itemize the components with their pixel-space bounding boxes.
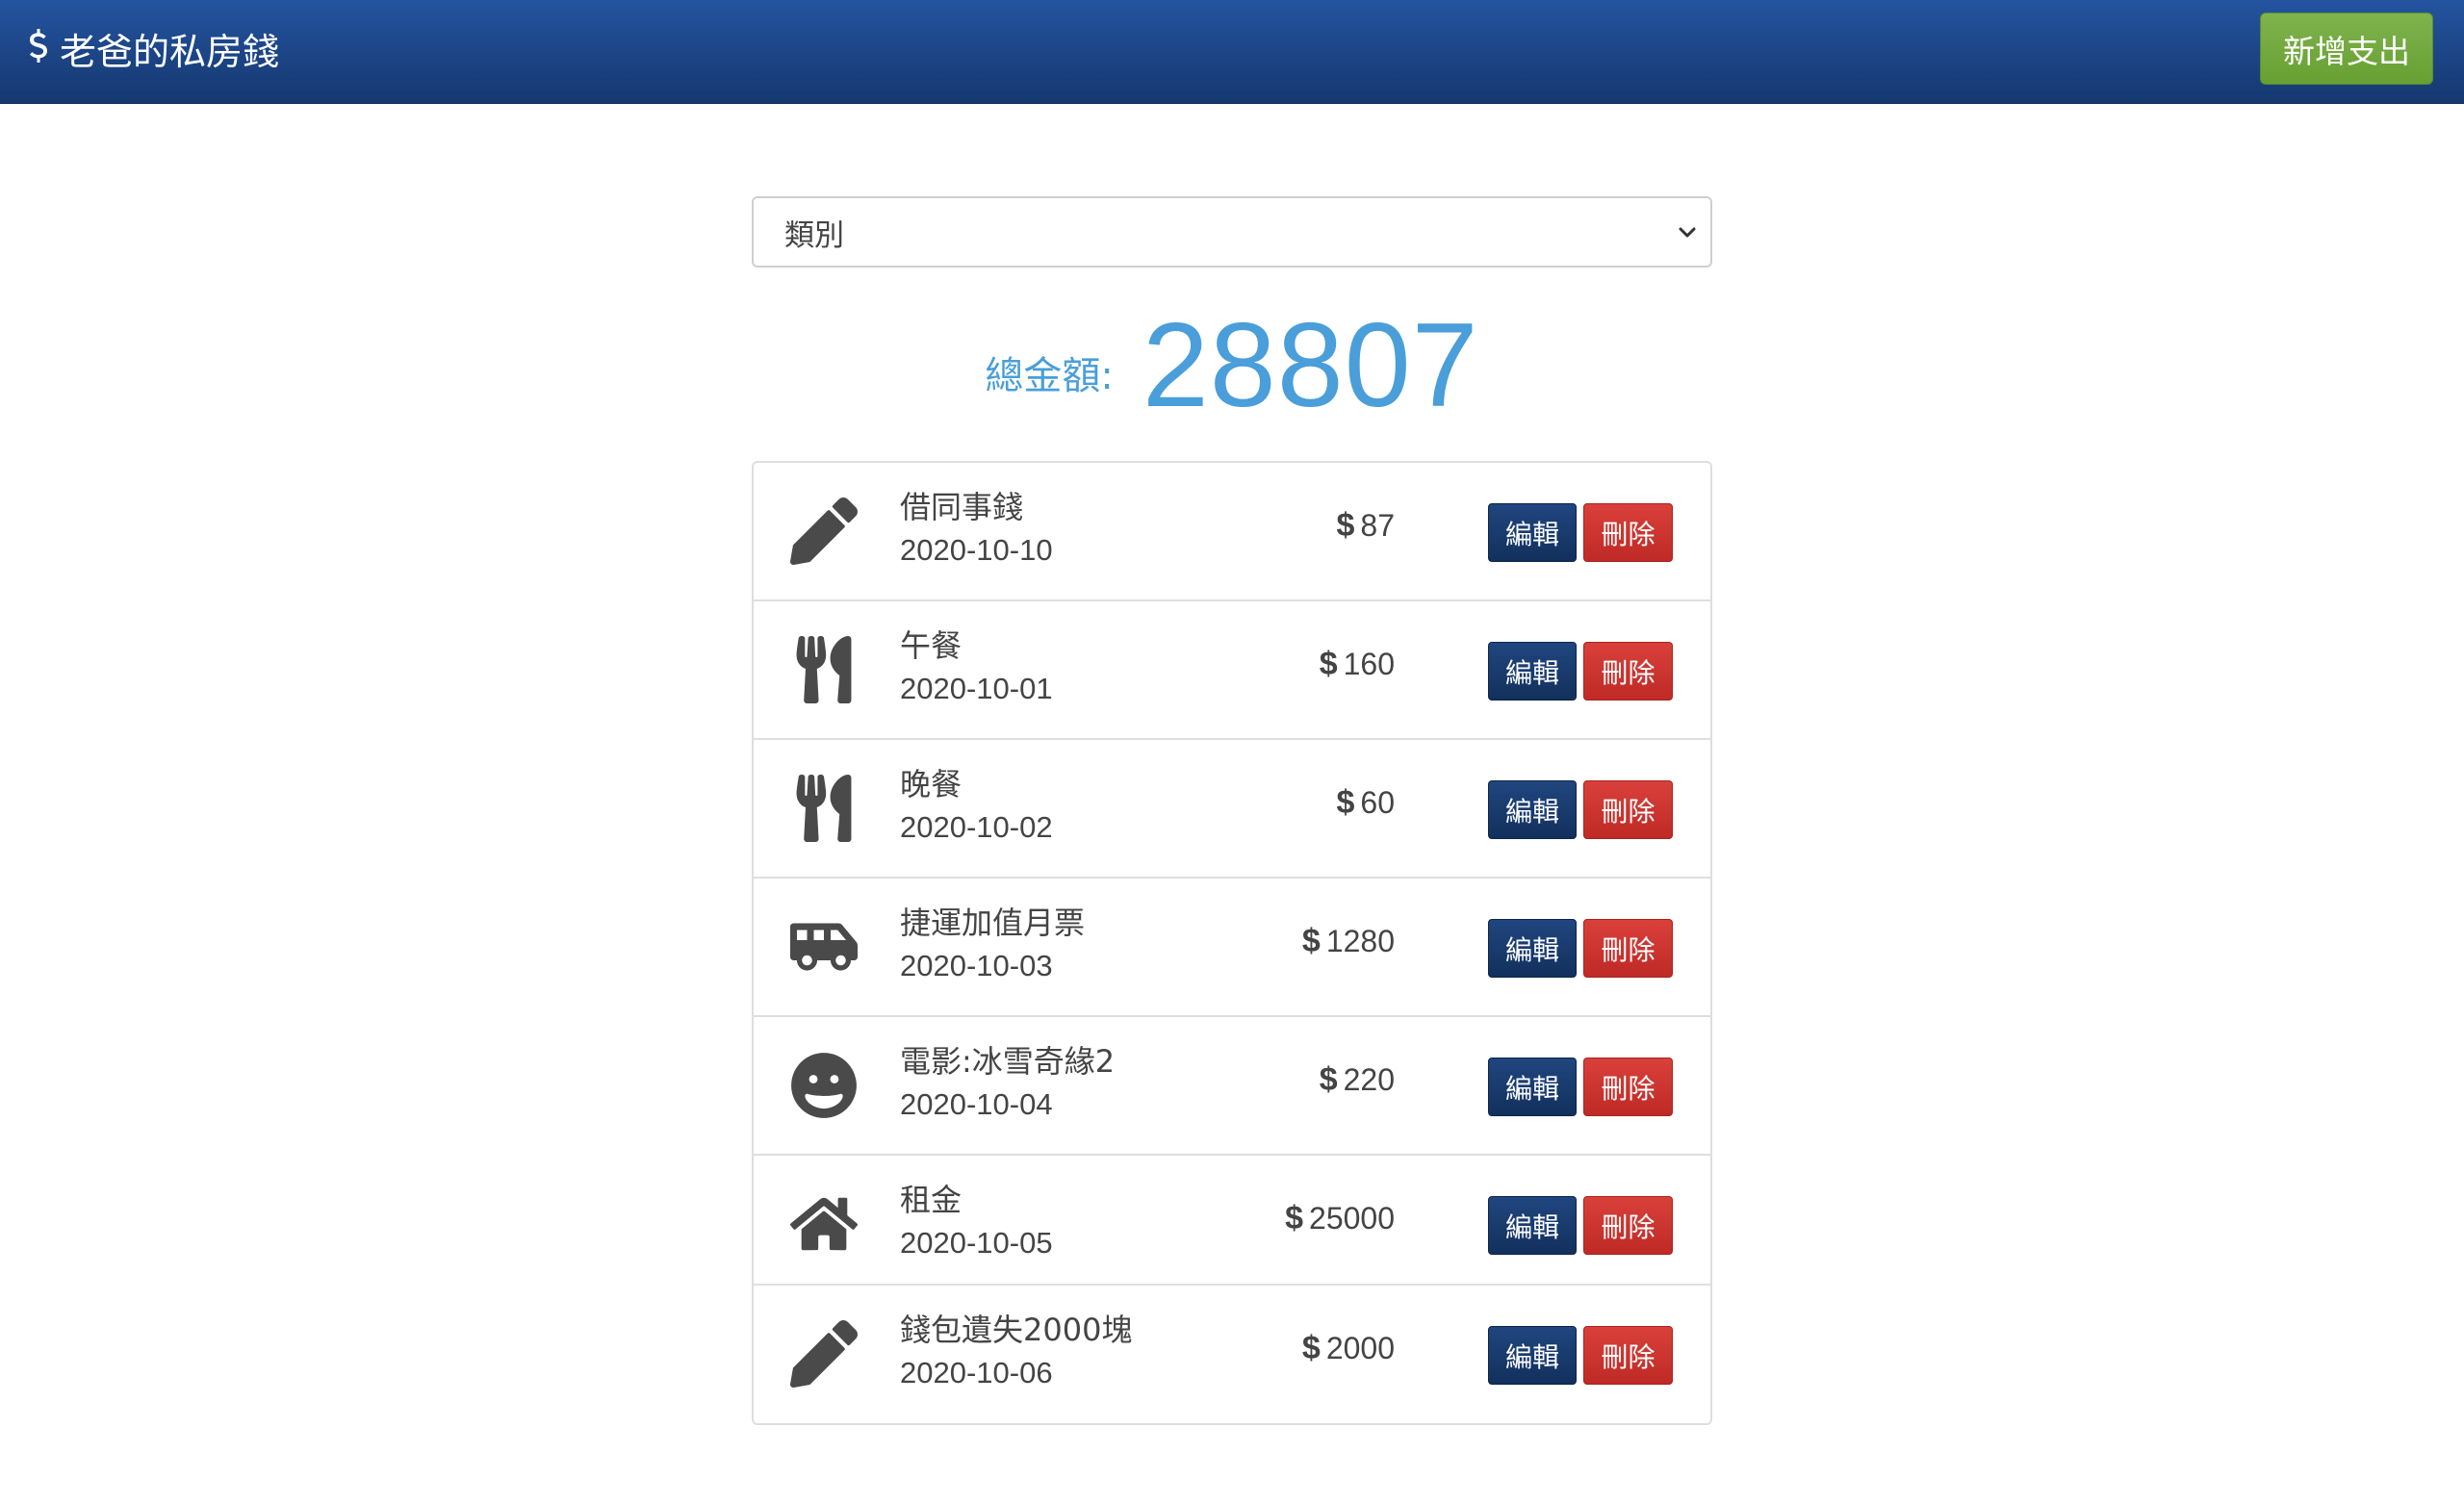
record-title: 電影:冰雪奇緣2: [900, 1043, 1116, 1080]
shuttle-van-icon: [790, 913, 858, 981]
app-title: 老爸的私房錢: [60, 30, 280, 73]
record-amount: $2000: [1302, 1330, 1395, 1367]
record-amount-value: 220: [1343, 1062, 1395, 1097]
record-title: 借同事錢: [900, 489, 1024, 525]
delete-button[interactable]: 刪除: [1583, 919, 1673, 978]
list-item: 錢包遺失2000塊 2020-10-06 $2000 編輯 刪除: [754, 1286, 1710, 1423]
record-date: 2020-10-02: [900, 810, 1053, 844]
record-title: 捷運加值月票: [900, 905, 1086, 941]
total-summary: 總金額: 28807: [0, 298, 2464, 433]
record-amount: $60: [1336, 784, 1395, 822]
total-label: 總金額:: [985, 354, 1114, 398]
add-expense-button[interactable]: 新增支出: [2260, 13, 2433, 85]
list-item: 午餐 2020-10-01 $160 編輯 刪除: [754, 601, 1710, 740]
record-amount: $87: [1336, 507, 1395, 545]
navbar: 老爸的私房錢 新增支出: [0, 0, 2464, 104]
record-amount-value: 160: [1343, 647, 1395, 681]
record-date: 2020-10-05: [900, 1226, 1053, 1260]
record-amount: $220: [1320, 1061, 1395, 1099]
record-amount-value: 87: [1360, 508, 1395, 543]
pencil-icon: [790, 497, 858, 565]
edit-button[interactable]: 編輯: [1488, 780, 1577, 839]
page: 老爸的私房錢 新增支出 類別 總金額: 28807 借同事錢 2020-10-1…: [0, 0, 2464, 1504]
utensils-icon: [790, 636, 858, 703]
home-icon: [790, 1190, 858, 1258]
chevron-down-icon: [1679, 227, 1696, 238]
grin-icon: [790, 1052, 858, 1119]
list-item: 電影:冰雪奇緣2 2020-10-04 $220 編輯 刪除: [754, 1017, 1710, 1156]
record-amount: $25000: [1285, 1200, 1395, 1237]
record-date: 2020-10-10: [900, 533, 1053, 567]
pencil-icon: [790, 1320, 858, 1388]
delete-button[interactable]: 刪除: [1583, 1326, 1673, 1385]
edit-button[interactable]: 編輯: [1488, 1196, 1577, 1255]
list-item: 借同事錢 2020-10-10 $87 編輯 刪除: [754, 463, 1710, 601]
utensils-icon: [790, 775, 858, 842]
currency-symbol: $: [1319, 1061, 1338, 1098]
record-amount: $160: [1320, 646, 1395, 683]
delete-button[interactable]: 刪除: [1583, 642, 1673, 701]
list-item: 捷運加值月票 2020-10-03 $1280 編輯 刪除: [754, 879, 1710, 1017]
currency-symbol: $: [1336, 784, 1355, 821]
category-select-value: 類別: [784, 217, 844, 253]
record-date: 2020-10-06: [900, 1356, 1053, 1389]
currency-symbol: $: [1336, 507, 1355, 544]
record-title: 租金: [900, 1182, 962, 1218]
category-select[interactable]: 類別: [752, 196, 1712, 268]
edit-button[interactable]: 編輯: [1488, 919, 1577, 978]
record-date: 2020-10-03: [900, 949, 1053, 982]
record-amount-value: 60: [1360, 785, 1395, 820]
currency-symbol: $: [1285, 1200, 1304, 1236]
record-date: 2020-10-04: [900, 1087, 1053, 1121]
delete-button[interactable]: 刪除: [1583, 780, 1673, 839]
edit-button[interactable]: 編輯: [1488, 503, 1577, 562]
currency-symbol: $: [1319, 646, 1338, 682]
total-value: 28807: [1142, 299, 1479, 432]
brand[interactable]: 老爸的私房錢: [27, 0, 279, 96]
currency-symbol: $: [1301, 923, 1321, 959]
dollar-icon: [30, 29, 47, 63]
record-list: 借同事錢 2020-10-10 $87 編輯 刪除 午餐 2020-10-01 …: [752, 461, 1712, 1425]
delete-button[interactable]: 刪除: [1583, 1058, 1673, 1116]
edit-button[interactable]: 編輯: [1488, 1058, 1577, 1116]
delete-button[interactable]: 刪除: [1583, 503, 1673, 562]
list-item: 租金 2020-10-05 $25000 編輯 刪除: [754, 1156, 1710, 1286]
record-amount-value: 2000: [1325, 1331, 1395, 1365]
record-title: 錢包遺失2000塊: [900, 1312, 1133, 1348]
record-title: 午餐: [900, 627, 962, 664]
record-amount: $1280: [1302, 923, 1395, 960]
record-amount-value: 1280: [1325, 924, 1395, 958]
edit-button[interactable]: 編輯: [1488, 642, 1577, 701]
list-item: 晚餐 2020-10-02 $60 編輯 刪除: [754, 740, 1710, 879]
record-amount-value: 25000: [1309, 1201, 1395, 1236]
edit-button[interactable]: 編輯: [1488, 1326, 1577, 1385]
delete-button[interactable]: 刪除: [1583, 1196, 1673, 1255]
record-title: 晚餐: [900, 766, 962, 803]
record-date: 2020-10-01: [900, 672, 1053, 705]
currency-symbol: $: [1301, 1330, 1321, 1366]
